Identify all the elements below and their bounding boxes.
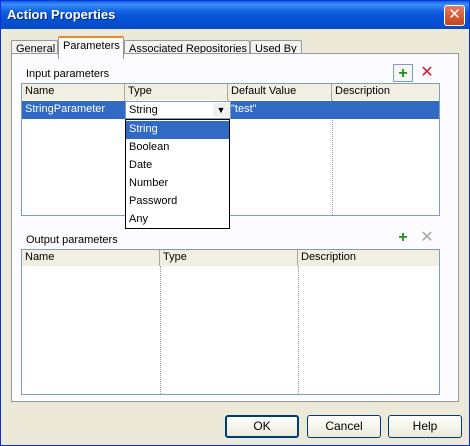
output-parameters-grid[interactable]: Name Type Description <box>21 249 440 395</box>
grid-header: Name Type Default Value Description <box>22 84 439 100</box>
parameters-panel: Input parameters + ✕ Name Type Default V… <box>11 53 459 402</box>
cell-default-value[interactable]: "test" <box>231 103 257 115</box>
column-header-type[interactable]: Type <box>125 84 228 100</box>
dropdown-option-number[interactable]: Number <box>126 175 229 193</box>
add-output-parameter-button[interactable]: + <box>393 229 413 247</box>
delete-output-parameter-button: ✕ <box>417 229 437 247</box>
delete-input-parameter-button[interactable]: ✕ <box>417 64 437 82</box>
delete-icon: ✕ <box>420 229 434 246</box>
column-header-description[interactable]: Description <box>332 84 439 100</box>
close-icon: ✕ <box>448 6 461 23</box>
output-parameters-label: Output parameters <box>26 234 118 246</box>
dropdown-option-password[interactable]: Password <box>126 193 229 211</box>
column-header-name[interactable]: Name <box>22 250 160 266</box>
title-bar[interactable]: Action Properties ✕ <box>1 1 469 29</box>
column-header-type[interactable]: Type <box>160 250 298 266</box>
column-header-name[interactable]: Name <box>22 84 125 100</box>
close-button[interactable]: ✕ <box>444 5 465 26</box>
column-separator <box>298 266 299 394</box>
window-title: Action Properties <box>7 7 116 22</box>
cell-name[interactable]: StringParameter <box>25 103 105 115</box>
add-icon: + <box>398 65 408 82</box>
cancel-button[interactable]: Cancel <box>307 415 381 438</box>
delete-icon: ✕ <box>420 64 434 81</box>
type-dropdown-list: String Boolean Date Number Password Any <box>125 119 230 229</box>
add-input-parameter-button[interactable]: + <box>393 64 413 82</box>
column-header-description[interactable]: Description <box>298 250 439 266</box>
column-header-default-value[interactable]: Default Value <box>228 84 332 100</box>
action-properties-dialog: Action Properties ✕ General Parameters A… <box>0 0 470 446</box>
tab-label: Parameters <box>63 40 120 52</box>
tab-parameters[interactable]: Parameters <box>58 36 124 59</box>
dropdown-option-date[interactable]: Date <box>126 157 229 175</box>
dropdown-option-string[interactable]: String <box>126 121 229 139</box>
ok-button[interactable]: OK <box>225 415 299 438</box>
help-button[interactable]: Help <box>388 415 462 438</box>
input-parameters-grid[interactable]: Name Type Default Value Description Stri… <box>21 83 440 216</box>
type-combobox[interactable]: String ▼ <box>125 101 231 119</box>
input-parameters-label: Input parameters <box>26 68 110 80</box>
dropdown-option-any[interactable]: Any <box>126 211 229 229</box>
column-separator <box>160 266 161 394</box>
chevron-down-icon[interactable]: ▼ <box>213 103 229 117</box>
add-icon: + <box>398 229 408 246</box>
type-combobox-value: String <box>129 104 158 116</box>
grid-header: Name Type Description <box>22 250 439 266</box>
dropdown-option-boolean[interactable]: Boolean <box>126 139 229 157</box>
dialog-client: General Parameters Associated Repositori… <box>5 32 466 442</box>
